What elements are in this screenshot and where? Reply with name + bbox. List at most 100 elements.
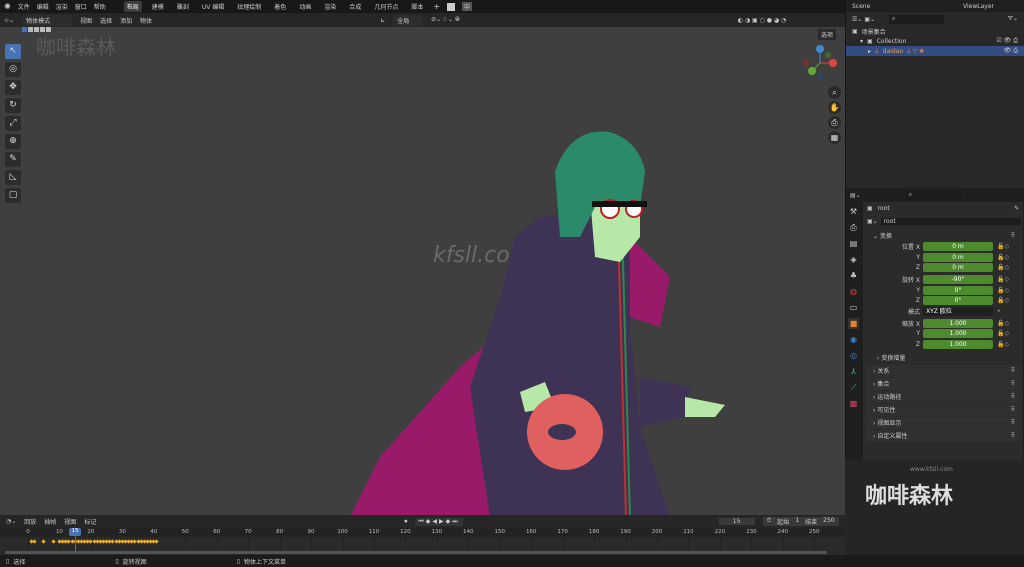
- motion-paths-section[interactable]: › 运动路径 ⠿: [865, 390, 1021, 403]
- scale-y-field[interactable]: 1.000: [923, 329, 993, 339]
- transform-tool-icon[interactable]: ⊕: [5, 134, 21, 149]
- visibility-section[interactable]: › 可见性 ⠿: [865, 403, 1021, 416]
- output-tab-icon[interactable]: ▤: [848, 238, 859, 249]
- tab-scripting[interactable]: 脚本: [408, 1, 426, 12]
- keyframe[interactable]: [154, 539, 160, 544]
- custom-properties-section[interactable]: › 自定义属性 ⠿: [865, 429, 1021, 442]
- tab-sculpting[interactable]: 雕刻: [174, 1, 192, 12]
- lock-keyframe-icons[interactable]: 🔓◇: [997, 276, 1009, 283]
- transform-section-header[interactable]: ⌄ 变换 ⠿: [865, 229, 1021, 241]
- scene-selector[interactable]: Scene: [852, 3, 870, 10]
- lock-keyframe-icons[interactable]: 🔓◇: [997, 341, 1009, 348]
- record-icon[interactable]: ⏺: [404, 518, 407, 526]
- modifier-tab-icon[interactable]: ◉: [848, 334, 859, 345]
- tab-geometry-nodes[interactable]: 几何节点: [371, 1, 401, 12]
- measure-tool-icon[interactable]: ◺: [5, 170, 21, 185]
- snap-icon[interactable]: ⊘⌄ ⫶⫶ ⌄ ⦿: [431, 16, 460, 24]
- bone-tab-icon[interactable]: ⟋: [848, 382, 859, 393]
- editor-type-icon[interactable]: ⊹⌄: [4, 17, 14, 24]
- object-data-icon[interactable]: ▣⌄: [867, 218, 878, 225]
- tree-scene-collection[interactable]: ▣ 场景集合: [846, 26, 1024, 36]
- display-mode-icon[interactable]: ☰⌄ ▣⌄: [852, 16, 875, 23]
- tab-layout[interactable]: 布局: [123, 1, 142, 12]
- menu-keying[interactable]: 插帧: [44, 517, 56, 526]
- lock-keyframe-icons[interactable]: 🔓◇: [997, 254, 1009, 261]
- playhead[interactable]: 15: [69, 528, 82, 536]
- menu-edit[interactable]: 编辑: [37, 2, 49, 11]
- lock-keyframe-icons[interactable]: 🔓◇: [997, 297, 1009, 304]
- character-model[interactable]: [340, 127, 740, 515]
- menu-add[interactable]: 添加: [120, 16, 132, 25]
- location-y-field[interactable]: 0 m: [923, 252, 993, 262]
- keyframe[interactable]: [41, 539, 46, 544]
- tab-texture-paint[interactable]: 纹理绘制: [234, 1, 264, 12]
- annotate-tool-icon[interactable]: ✎: [5, 152, 21, 167]
- zoom-icon[interactable]: ⌕: [828, 86, 841, 99]
- 3d-viewport[interactable]: 咖啡森林 kfsll.com 选项 ⌕ ✋ ⎙ ▦ ↖ ◎ ✥ ↻ ⤢ ⊕ ✎ …: [0, 27, 845, 515]
- menu-object[interactable]: 物体: [140, 16, 152, 25]
- rotation-z-field[interactable]: 0°: [923, 295, 993, 305]
- timeline-editor[interactable]: ◔⌄ 回放 插帧 视图 标记 ⏺ ⏮◆◀▶◆⏭ 15 ⏱ 起始 1 结束 250 0 10…: [0, 515, 845, 555]
- keyframe[interactable]: [32, 539, 37, 544]
- tree-collection[interactable]: ▾ ▣ Collection ☑ 👁 ⎙: [846, 36, 1024, 46]
- select-tool-icon[interactable]: ↖: [5, 44, 21, 59]
- rotation-mode-dropdown[interactable]: XYZ 欧拉: [923, 307, 993, 317]
- visibility-icons[interactable]: ☑ 👁 ⎙: [996, 37, 1018, 45]
- object-name-field[interactable]: root: [880, 218, 1021, 225]
- current-frame-field[interactable]: 15: [718, 518, 755, 525]
- menu-select[interactable]: 选择: [100, 16, 112, 25]
- world-tab-icon[interactable]: ◍: [848, 286, 859, 297]
- relations-section[interactable]: › 关系 ⠿: [865, 364, 1021, 377]
- visibility-icons[interactable]: 👁 ⎙: [1004, 47, 1018, 55]
- view-layer-selector[interactable]: ViewLayer: [963, 3, 994, 10]
- object-tab-icon[interactable]: ■: [848, 318, 859, 329]
- options-button[interactable]: 选项: [818, 29, 837, 40]
- timeline-scrollbar[interactable]: [5, 551, 827, 554]
- menu-file[interactable]: 文件: [18, 2, 30, 11]
- lock-keyframe-icons[interactable]: 🔓◇: [997, 287, 1009, 294]
- start-frame-field[interactable]: 1: [795, 517, 799, 526]
- collections-section[interactable]: › 集合 ⠿: [865, 377, 1021, 390]
- location-z-field[interactable]: 0 m: [923, 262, 993, 272]
- scene-icon[interactable]: [447, 2, 456, 11]
- scale-z-field[interactable]: 1.000: [923, 339, 993, 349]
- scale-x-field[interactable]: 1.000: [923, 319, 993, 329]
- orientation-dropdown[interactable]: 全局: [393, 14, 424, 26]
- editor-type-icon[interactable]: ◔⌄: [6, 518, 16, 525]
- lock-keyframe-icons[interactable]: 🔓◇: [997, 243, 1009, 250]
- keyframe[interactable]: [51, 539, 56, 544]
- lock-keyframe-icons[interactable]: 🔓◇: [997, 264, 1009, 271]
- tool-tab-icon[interactable]: ⚒: [848, 206, 859, 217]
- outliner-search[interactable]: ⌕: [889, 14, 945, 24]
- tab-rendering[interactable]: 渲染: [321, 1, 339, 12]
- menu-window[interactable]: 窗口: [75, 2, 87, 11]
- editor-type-icon[interactable]: ▤⌄: [850, 192, 861, 199]
- menu-view[interactable]: 视图: [64, 517, 76, 526]
- menu-render[interactable]: 渲染: [56, 2, 68, 11]
- delta-transform-subpanel[interactable]: › 变换增量: [863, 353, 1023, 364]
- location-x-field[interactable]: 0 m: [923, 242, 993, 252]
- menu-help[interactable]: 帮助: [94, 2, 106, 11]
- view-layer-tab-icon[interactable]: ◈: [848, 254, 859, 265]
- camera-icon[interactable]: ⎙: [828, 116, 841, 129]
- tab-animation[interactable]: 动画: [296, 1, 314, 12]
- menu-view[interactable]: 视图: [80, 16, 92, 25]
- tab-modeling[interactable]: 建模: [149, 1, 167, 12]
- tab-compositing[interactable]: 合成: [346, 1, 364, 12]
- menu-playback[interactable]: 回放: [24, 517, 36, 526]
- rotate-tool-icon[interactable]: ↻: [5, 98, 21, 113]
- stopwatch-icon[interactable]: ⏱: [767, 517, 772, 526]
- lock-keyframe-icons[interactable]: 🔓◇: [997, 330, 1009, 337]
- expand-icon[interactable]: ▸: [868, 48, 871, 55]
- physics-tab-icon[interactable]: ◎: [848, 350, 859, 361]
- lock-keyframe-icons[interactable]: 🔓◇: [997, 320, 1009, 327]
- scene-tab-icon[interactable]: ♣: [848, 270, 859, 281]
- timeline-ruler[interactable]: 0 10 20 30 40 50 60 70 80 90 100 110 120 130 140 150 160…: [0, 528, 845, 555]
- properties-search[interactable]: ⌕: [905, 190, 961, 200]
- shading-modes-icon[interactable]: ◐ ◑ ▣ ○ ● ◕ ◔: [738, 17, 787, 24]
- render-tab-icon[interactable]: ⎙: [848, 222, 859, 233]
- pin-icon[interactable]: ✎: [1014, 205, 1019, 212]
- tab-uv-editing[interactable]: UV 编辑: [199, 1, 227, 12]
- constraints-tab-icon[interactable]: ⅄: [848, 366, 859, 377]
- mode-dropdown[interactable]: 物体模式: [22, 14, 73, 26]
